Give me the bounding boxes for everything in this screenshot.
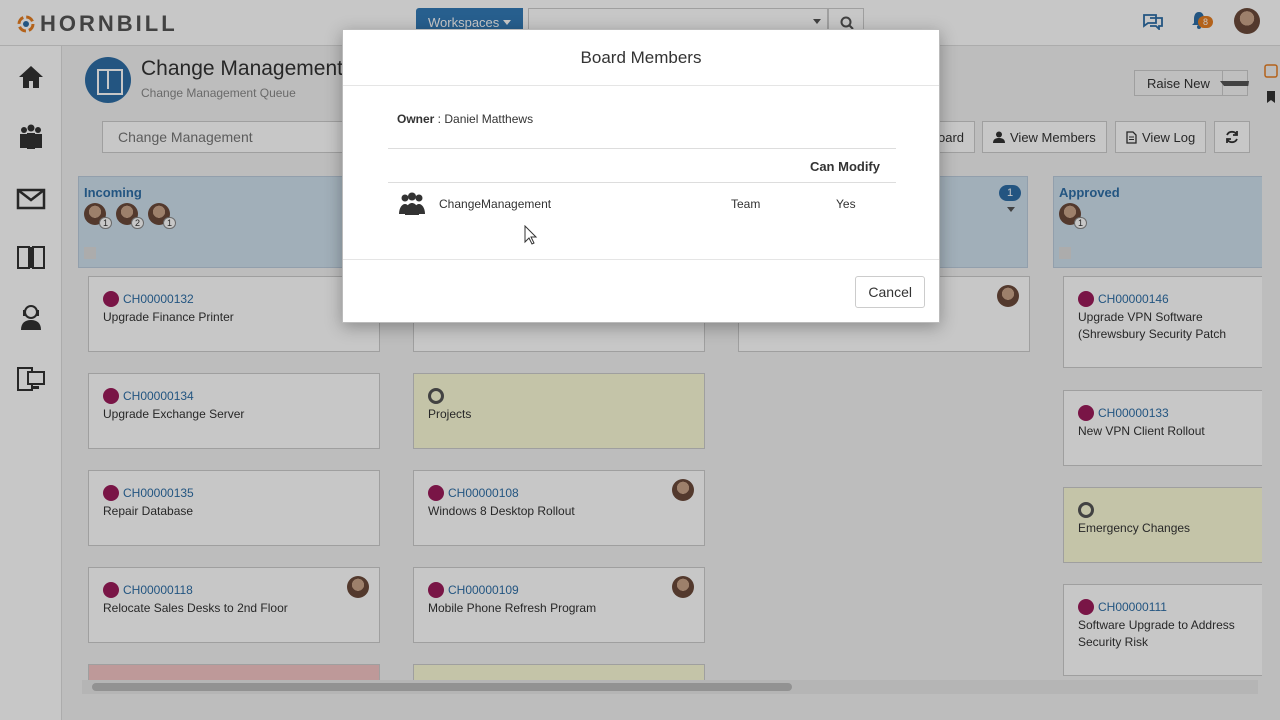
table-header: Can Modify — [388, 149, 896, 183]
member-can-modify: Yes — [836, 197, 856, 211]
group-icon — [399, 192, 425, 215]
members-table: Can Modify ChangeManagement Team Yes — [388, 148, 896, 225]
board-members-dialog: Board Members Owner : Daniel Matthews Ca… — [342, 29, 940, 323]
owner-name: Daniel Matthews — [444, 112, 534, 126]
member-name: ChangeManagement — [439, 197, 552, 211]
owner-line: Owner : Daniel Matthews — [397, 112, 534, 126]
cancel-button[interactable]: Cancel — [855, 276, 925, 308]
dialog-title: Board Members — [343, 30, 939, 86]
table-row: ChangeManagement Team Yes — [388, 183, 896, 225]
mouse-cursor-icon — [524, 225, 538, 245]
owner-label: Owner — [397, 112, 435, 126]
column-can-modify: Can Modify — [809, 159, 880, 174]
dialog-footer: Cancel — [343, 259, 939, 323]
member-type: Team — [731, 197, 761, 211]
